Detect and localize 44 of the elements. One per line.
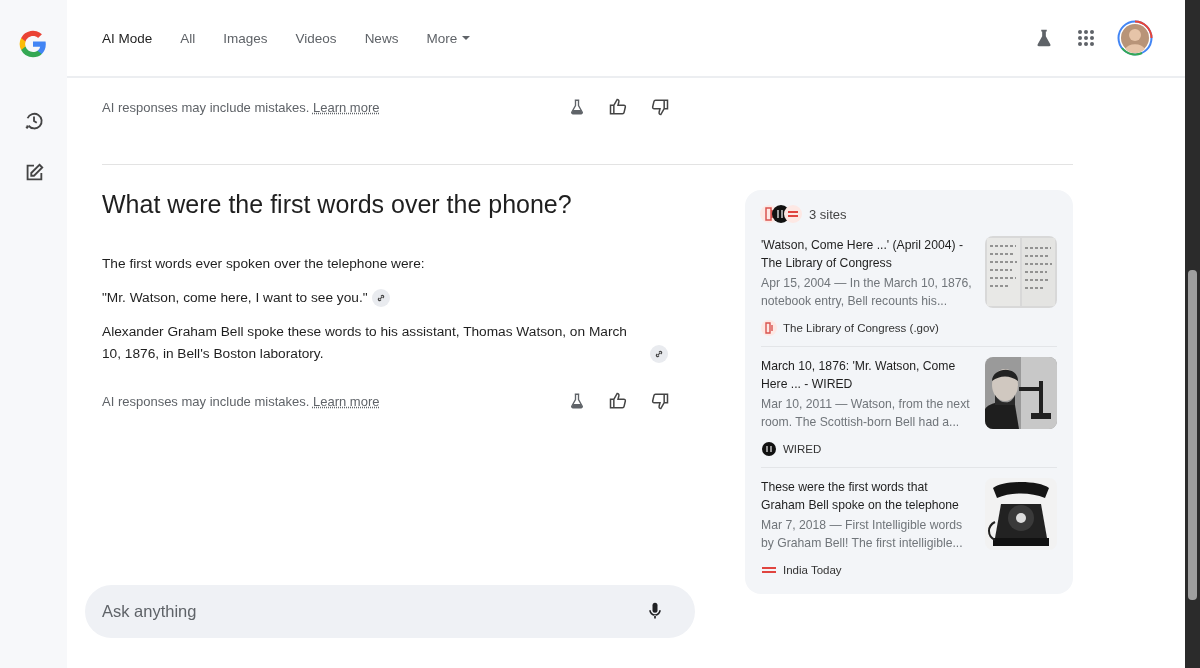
site-name: India Today	[783, 564, 842, 576]
disclaimer-text: AI responses may include mistakes. Learn more	[102, 393, 380, 409]
source-item[interactable]: March 10, 1876: 'Mr. Watson, Come Here ... - WIRED Mar 10, 2011 — Watson, from the next room. The Scottish-born Bell had a... WIRED	[761, 357, 1057, 468]
source-snippet: Mar 10, 2011 — Watson, from the next room. The Scottish-born Bell had a...	[761, 396, 971, 431]
sites-count: 3 sites	[809, 206, 847, 222]
learn-more-link[interactable]: Learn more	[313, 393, 380, 409]
site-favicon-icon	[761, 320, 777, 336]
scrollbar-thumb[interactable]	[1188, 270, 1197, 600]
source-title: March 10, 1876: 'Mr. Watson, Come Here ... - WIRED	[761, 358, 957, 393]
ask-field[interactable]: Ask anything	[85, 585, 695, 638]
disclaimer-text: AI responses may include mistakes. Learn more	[102, 99, 380, 115]
link-icon[interactable]	[650, 345, 668, 364]
flask-icon[interactable]	[568, 98, 586, 116]
answer-text: "Mr. Watson, come here, I want to see you."	[102, 289, 368, 307]
source-title: 'Watson, Come Here ...' (April 2004) - The Library of Congress	[761, 237, 964, 272]
avatar-icon[interactable]	[1117, 20, 1153, 56]
tab[interactable]: News	[350, 24, 413, 52]
caret-icon	[462, 35, 471, 41]
tab[interactable]: Images	[209, 24, 282, 52]
link-icon[interactable]	[371, 289, 390, 308]
thumbs-down-icon[interactable]	[650, 97, 670, 117]
flask-icon[interactable]	[568, 392, 586, 410]
thumbs-down-icon[interactable]	[650, 391, 670, 411]
apps-grid-icon[interactable]	[1077, 29, 1095, 47]
scrollbar[interactable]	[1185, 0, 1200, 668]
site-name: WIRED	[783, 443, 822, 455]
site-favicon-icon	[761, 441, 777, 457]
thumbs-up-icon[interactable]	[608, 391, 628, 411]
thumbs-up-icon[interactable]	[608, 97, 628, 117]
site-favicons-icon	[759, 204, 803, 224]
learn-more-link[interactable]: Learn more	[313, 99, 380, 115]
more-menu[interactable]: More	[412, 24, 485, 52]
source-title: These were the first words that Graham Bell spoke on the telephone	[761, 479, 960, 514]
question-heading: What were the first words over the phone?	[102, 190, 573, 219]
tab[interactable]: All	[166, 24, 210, 52]
source-snippet: Apr 15, 2004 — In the March 10, 1876, notebook entry, Bell recounts his...	[761, 275, 973, 310]
tab[interactable]: AI Mode	[102, 24, 167, 52]
source-item[interactable]: 'Watson, Come Here ...' (April 2004) - The Library of Congress Apr 15, 2004 — In the March 10, 1876, notebook entry, Bell recounts his... The Library of Congress (.gov)	[761, 236, 1057, 347]
answer-text: Alexander Graham Bell spoke these words to his assistant, Thomas Watson, on March 10, 1876, in Bell's Boston laboratory.	[102, 323, 628, 363]
source-snippet: Mar 7, 2018 — First Intelligible words by Graham Bell! The first intelligible...	[761, 517, 964, 552]
answer-text: The first words ever spoken over the telephone were:	[102, 255, 425, 273]
source-item[interactable]: These were the first words that Graham Bell spoke on the telephone Mar 7, 2018 — First Intelligible words by Graham Bell! The first intelligible... India Today	[761, 478, 1057, 588]
site-name: The Library of Congress (.gov)	[783, 322, 939, 334]
tab[interactable]: Videos	[281, 24, 351, 52]
